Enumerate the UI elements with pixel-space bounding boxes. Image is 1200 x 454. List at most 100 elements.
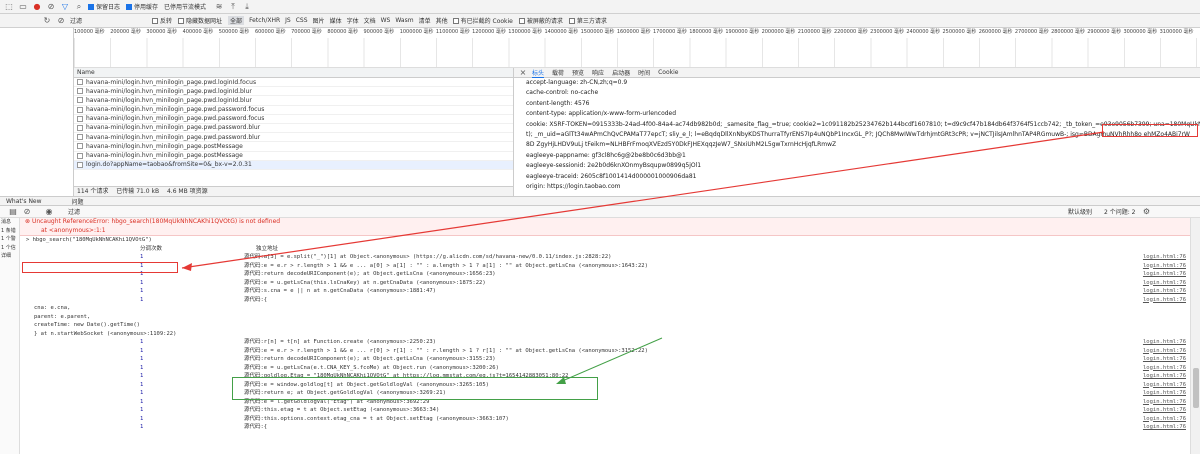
source-link[interactable]: login.html:76 xyxy=(1143,355,1186,364)
source-link[interactable]: login.html:76 xyxy=(1143,398,1186,407)
console-input-highlight-box xyxy=(22,262,178,273)
network-timeline[interactable]: 100000 毫秒 200000 毫秒 300000 毫秒 400000 毫秒 5000… xyxy=(74,28,1200,68)
reload-icon[interactable]: ↻ xyxy=(42,16,52,26)
source-link[interactable]: login.html:76 xyxy=(1143,423,1186,432)
issues-count[interactable]: 2 个问题: 2 xyxy=(1104,207,1135,216)
blocked-requests-checkbox[interactable]: 被屏蔽的请求 xyxy=(518,16,563,25)
filter-type-all[interactable]: 全部 xyxy=(228,16,245,25)
record-icon[interactable]: ● xyxy=(32,2,42,12)
request-row[interactable]: login.do?appName=taobao&fromSite=0&_bx-v… xyxy=(74,160,513,170)
settings-icon[interactable]: ⚙ xyxy=(1142,207,1152,217)
request-status-bar: 114 个请求 已传输 71.0 kB 4.6 MB 项资源 xyxy=(74,186,513,196)
tab-response[interactable]: 响应 xyxy=(592,68,604,77)
source-link[interactable]: login.html:76 xyxy=(1143,406,1186,415)
source-link[interactable]: login.html:76 xyxy=(1143,372,1186,381)
source-link[interactable]: login.html:76 xyxy=(1143,296,1186,305)
filter-type-wasm[interactable]: Wasm xyxy=(395,17,413,24)
request-row[interactable]: havana-mini/login.hvn_minilogin_page.pwd… xyxy=(74,124,513,134)
console-scrollbar[interactable] xyxy=(1190,218,1200,454)
inspect-icon[interactable]: ⬚ xyxy=(4,2,14,12)
eye-icon[interactable]: ◉ xyxy=(44,207,54,217)
source-link[interactable]: login.html:76 xyxy=(1143,262,1186,271)
sidebar-item[interactable]: 1 个警告 xyxy=(0,235,19,244)
filter-type-css[interactable]: CSS xyxy=(296,17,308,24)
error-text: Uncaught ReferenceError: hbgo_search(180… xyxy=(31,218,281,225)
tab-preview[interactable]: 预览 xyxy=(572,68,584,77)
console-filter-input[interactable]: 过滤 xyxy=(68,207,1068,216)
col-trace-header: 独立地址 xyxy=(256,245,279,252)
console-row: 1 源代码:a[3] = e.split("_")[1] at Object.<a… xyxy=(20,253,1190,262)
clear-icon[interactable]: ⊘ xyxy=(46,2,56,12)
source-link[interactable]: login.html:76 xyxy=(1143,381,1186,390)
disable-cache-checkbox[interactable]: 停用缓存 xyxy=(126,2,158,11)
tab-timing[interactable]: 时间 xyxy=(638,68,650,77)
console-row: 1 源代码:{login.html:76 xyxy=(20,296,1190,305)
filter-type-other[interactable]: 其他 xyxy=(436,16,448,25)
request-list-header[interactable]: Name xyxy=(74,68,513,78)
tab-headers[interactable]: 标头 xyxy=(532,68,545,78)
tab-issues[interactable]: 问题 xyxy=(72,197,84,206)
third-party-checkbox[interactable]: 第三方请求 xyxy=(568,16,607,25)
filter-type-js[interactable]: JS xyxy=(285,17,291,24)
search-icon[interactable]: ⌕ xyxy=(74,2,84,12)
header-line: t); _m_uid=aGlTt34wAPmChQvCPAMaT77epcT; … xyxy=(526,130,1190,138)
scrollbar-thumb[interactable] xyxy=(1193,368,1199,408)
filter-type-fetch[interactable]: Fetch/XHR xyxy=(249,17,280,24)
request-row[interactable]: havana-mini/login.hvn_minilogin_page.pos… xyxy=(74,152,513,161)
request-row[interactable]: havana-mini/login.hvn_minilogin_page.pos… xyxy=(74,142,513,152)
throttle-select[interactable]: 已停用节流模式 xyxy=(164,2,206,11)
console-row: 1 源代码:goldlog.Etag = "180MqUkNhNCAKhi1QVO… xyxy=(20,372,1190,381)
source-link[interactable]: login.html:76 xyxy=(1143,364,1186,373)
source-link[interactable]: login.html:76 xyxy=(1143,389,1186,398)
clear-console-icon[interactable]: ⊘ xyxy=(22,207,32,217)
request-count: 114 个请求 xyxy=(77,188,109,195)
log-levels-select[interactable]: 默认级别 xyxy=(1068,207,1092,216)
source-link[interactable]: login.html:76 xyxy=(1143,253,1186,262)
filter-type-manifest[interactable]: 清单 xyxy=(419,16,431,25)
sidebar-item[interactable]: 1 个信息 xyxy=(0,244,19,253)
timeline-tick-label: 1400000 毫秒 xyxy=(544,29,579,35)
download-icon[interactable]: ⤓ xyxy=(242,2,252,12)
filter-input-label[interactable]: 过滤 xyxy=(70,16,82,25)
filter-type-media[interactable]: 媒体 xyxy=(330,16,342,25)
source-link[interactable]: login.html:76 xyxy=(1143,415,1186,424)
request-row[interactable]: havana-mini/login.hvn_minilogin_page.pwd… xyxy=(74,87,513,97)
request-row[interactable]: havana-mini/login.hvn_minilogin_page.pwd… xyxy=(74,106,513,115)
request-row[interactable]: havana-mini/login.hvn_minilogin_page.pwd… xyxy=(74,133,513,143)
filter-type-font[interactable]: 字体 xyxy=(347,16,359,25)
sidebar-item[interactable]: 消息 xyxy=(0,218,19,227)
upload-icon[interactable]: ⤒ xyxy=(228,2,238,12)
sidebar-item[interactable]: 详细 xyxy=(0,252,19,261)
source-link[interactable]: login.html:76 xyxy=(1143,347,1186,356)
blocked-cookies-checkbox[interactable]: 有已拦截的 Cookie xyxy=(452,16,513,25)
tab-initiator[interactable]: 启动器 xyxy=(612,68,630,77)
source-link[interactable]: login.html:76 xyxy=(1143,338,1186,347)
filter-type-img[interactable]: 图片 xyxy=(313,16,325,25)
filter-icon[interactable]: ▽ xyxy=(60,2,70,12)
sidebar-item[interactable]: 1 条错误 xyxy=(0,227,19,236)
invert-checkbox[interactable]: 反转 xyxy=(152,16,172,25)
request-row[interactable]: havana-mini/login.hvn_minilogin_page.pwd… xyxy=(74,96,513,106)
cancel-icon[interactable]: ⊘ xyxy=(56,16,66,26)
tab-cookies[interactable]: Cookie xyxy=(658,69,678,76)
source-link[interactable]: login.html:76 xyxy=(1143,279,1186,288)
request-row[interactable]: havana-mini/login.hvn_minilogin_page.pwd… xyxy=(74,115,513,124)
timeline-tick-label: 600000 毫秒 xyxy=(254,29,286,35)
sidebar-toggle-icon[interactable]: ▤ xyxy=(8,207,18,217)
device-icon[interactable]: ▭ xyxy=(18,2,28,12)
call-count: 1 xyxy=(140,254,144,260)
timeline-tick-label: 1700000 毫秒 xyxy=(653,29,687,35)
console-input-line[interactable]: > hbgo_search("180MqUkNhNCAKhi1QVOtG") xyxy=(20,236,1190,245)
filter-type-doc[interactable]: 文档 xyxy=(364,16,376,25)
wifi-icon[interactable]: ≋ xyxy=(214,2,224,12)
filter-type-ws[interactable]: WS xyxy=(381,17,391,24)
tab-whats-new[interactable]: What's New xyxy=(6,198,42,205)
close-icon[interactable]: × xyxy=(518,68,528,78)
source-link[interactable]: login.html:76 xyxy=(1143,270,1186,279)
hide-data-urls-checkbox[interactable]: 隐藏数据网址 xyxy=(178,16,222,25)
preserve-log-checkbox[interactable]: 保留日志 xyxy=(88,2,120,11)
request-row[interactable]: havana-mini/login.hvn_minilogin_page.pwd… xyxy=(74,78,513,88)
tab-payload[interactable]: 载荷 xyxy=(552,68,564,77)
source-link[interactable]: login.html:76 xyxy=(1143,287,1186,296)
timeline-tick-label: 500000 毫秒 xyxy=(218,29,250,35)
